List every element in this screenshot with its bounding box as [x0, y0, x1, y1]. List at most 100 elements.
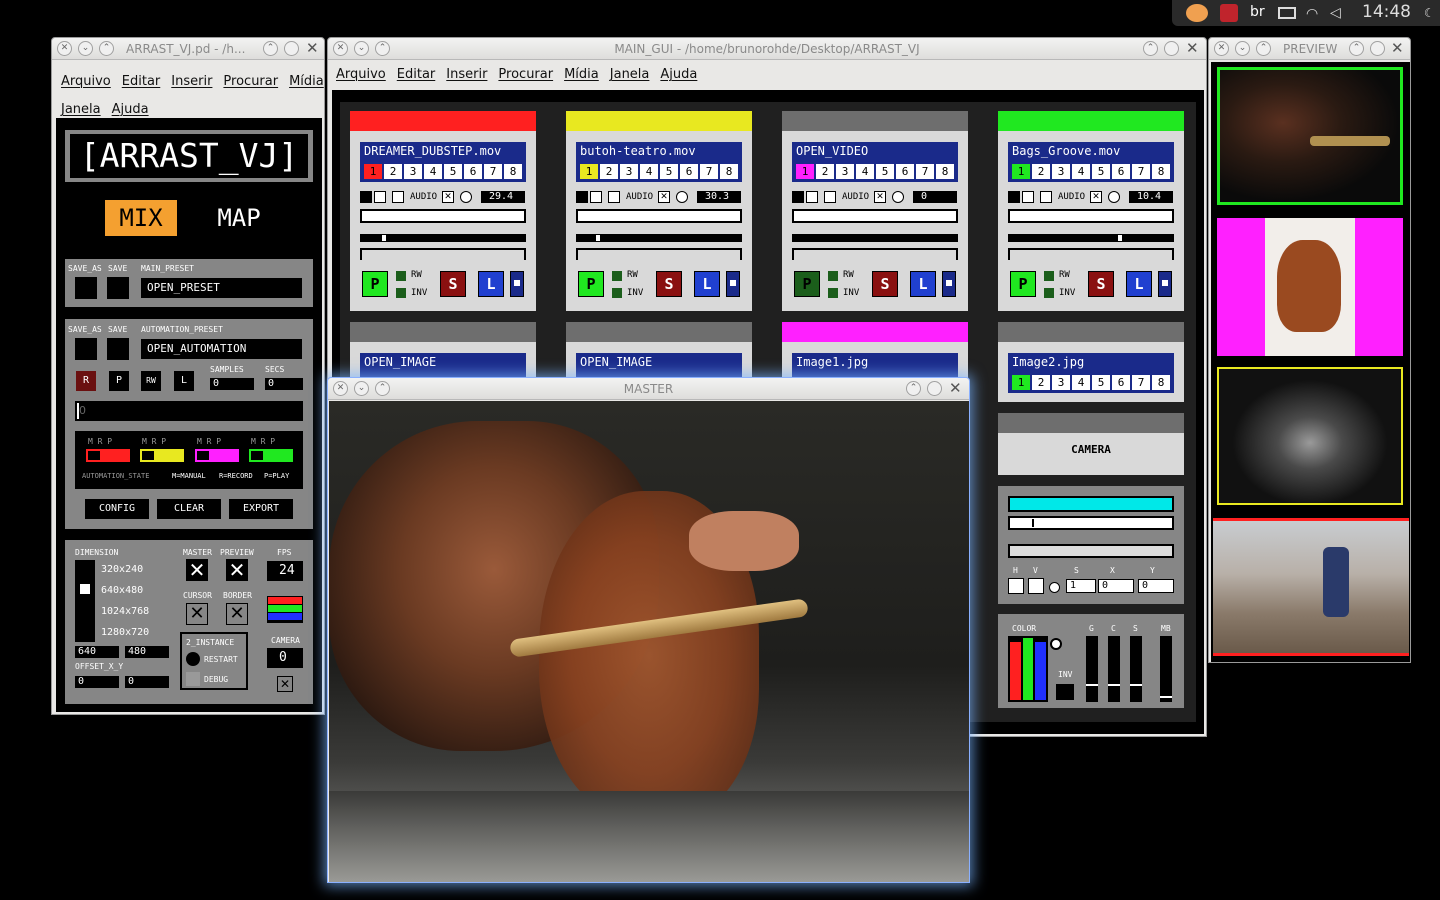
preview-toggle[interactable]: ✕	[226, 559, 248, 581]
color-bang[interactable]	[1050, 638, 1062, 650]
menu-midia[interactable]: Mídia	[564, 67, 599, 82]
stop-button[interactable]: S	[872, 271, 898, 297]
deck-4-toggle[interactable]	[1158, 271, 1172, 297]
save-bang[interactable]	[107, 277, 129, 299]
inv-toggle[interactable]	[1056, 684, 1074, 700]
loop-button[interactable]: L	[1126, 271, 1152, 297]
menu-procurar[interactable]: Procurar	[498, 67, 553, 82]
maximize-icon[interactable]: ⌃	[99, 41, 114, 56]
s-number[interactable]: 1	[1066, 579, 1096, 593]
clear-button[interactable]: CLEAR	[157, 499, 221, 519]
color-sliders[interactable]	[1008, 636, 1048, 702]
deck-1-value[interactable]: 29.4	[481, 191, 525, 203]
title-bar[interactable]: ✕ ⌄ ⌃ MASTER ⌃ ✕	[328, 378, 969, 400]
samples-number[interactable]: 0	[210, 378, 254, 390]
c-slider[interactable]	[1108, 636, 1120, 702]
state-yellow[interactable]	[140, 449, 184, 462]
deck-1-speed[interactable]	[360, 209, 526, 223]
deck-2-position[interactable]	[576, 234, 742, 242]
state-red[interactable]	[86, 449, 130, 462]
export-button[interactable]: EXPORT	[229, 499, 293, 519]
minimize-icon[interactable]: ⌄	[354, 41, 369, 56]
rewind-button[interactable]: RW	[141, 371, 161, 391]
deck-2-toggle[interactable]	[726, 271, 740, 297]
deck-1-toggle[interactable]	[510, 271, 524, 297]
rgb-bars[interactable]	[267, 596, 303, 623]
camera-toggle[interactable]: ✕	[277, 676, 293, 692]
close-icon[interactable]: ✕	[333, 41, 348, 56]
close-icon[interactable]: ✕	[57, 41, 72, 56]
wifi-icon[interactable]: ◠	[1306, 6, 1318, 22]
deck-4-crossfade[interactable]	[1008, 248, 1174, 260]
width-number[interactable]: 640	[75, 646, 119, 658]
power-icon[interactable]: ☾	[1424, 6, 1435, 20]
x-number[interactable]: 0	[1098, 579, 1134, 593]
close-x-icon[interactable]: ✕	[306, 40, 319, 56]
deck-4-clip[interactable]: Bags_Groove.mov 12345678	[1008, 142, 1174, 182]
menu-arquivo[interactable]: Arquivo	[336, 67, 386, 82]
offset-y-number[interactable]: 0	[125, 676, 169, 688]
deck-4-position[interactable]	[1008, 234, 1174, 242]
volume-icon[interactable]: ◁	[1330, 5, 1341, 21]
height-number[interactable]: 480	[125, 646, 169, 658]
menu-editar[interactable]: Editar	[122, 74, 161, 89]
close-x-icon[interactable]: ✕	[1391, 40, 1404, 56]
hue-bar[interactable]	[1008, 496, 1174, 512]
menu-arquivo[interactable]: Arquivo	[61, 74, 111, 89]
shade-icon[interactable]: ⌃	[906, 381, 921, 396]
mb-slider[interactable]	[1160, 636, 1172, 702]
loop-button[interactable]: L	[694, 271, 720, 297]
deck-4-speed[interactable]	[1008, 209, 1174, 223]
config-button[interactable]: CONFIG	[85, 499, 149, 519]
automation-preset-field[interactable]: OPEN_AUTOMATION	[141, 339, 302, 359]
play-button[interactable]: P	[1010, 271, 1036, 297]
minimize-icon[interactable]: ⌄	[78, 41, 93, 56]
shade-icon[interactable]: ⌃	[263, 41, 278, 56]
menu-ajuda[interactable]: Ajuda	[660, 67, 697, 82]
shade-icon[interactable]: ⌃	[1143, 41, 1158, 56]
y-number[interactable]: 0	[1138, 579, 1174, 593]
menu-icon[interactable]	[1164, 41, 1179, 56]
deck-3-position[interactable]	[792, 234, 958, 242]
preview-thumb-1[interactable]	[1217, 67, 1403, 205]
preview-thumb-4[interactable]	[1213, 518, 1409, 656]
maximize-icon[interactable]: ⌃	[375, 41, 390, 56]
menu-icon[interactable]	[927, 381, 942, 396]
menu-ajuda[interactable]: Ajuda	[112, 102, 149, 117]
position-slider[interactable]: 0	[75, 401, 303, 421]
menu-janela[interactable]: Janela	[610, 67, 650, 82]
cursor-toggle[interactable]: ✕	[186, 603, 208, 625]
deck-1-position[interactable]	[360, 234, 526, 242]
loop-button[interactable]: L	[478, 271, 504, 297]
deck-2-value[interactable]: 30.3	[697, 191, 741, 203]
menu-inserir[interactable]: Inserir	[171, 74, 212, 89]
deck-3-toggle[interactable]	[942, 271, 956, 297]
deck-2-crossfade[interactable]	[576, 248, 742, 260]
state-green[interactable]	[249, 449, 293, 462]
minimize-icon[interactable]: ⌄	[1235, 41, 1250, 56]
play-button[interactable]: P	[794, 271, 820, 297]
g-slider[interactable]	[1086, 636, 1098, 702]
stop-button[interactable]: S	[440, 271, 466, 297]
menu-midia[interactable]: Mídia	[289, 74, 324, 89]
close-icon[interactable]: ✕	[333, 381, 348, 396]
fps-number[interactable]: 24	[267, 561, 303, 581]
camera-button[interactable]: CAMERA	[998, 443, 1184, 456]
effect-slider-1[interactable]	[1008, 516, 1174, 530]
s-slider[interactable]	[1130, 636, 1142, 702]
title-bar[interactable]: ✕ ⌄ ⌃ MAIN_GUI - /home/brunorohde/Deskto…	[328, 38, 1206, 60]
image-deck-3-clip[interactable]: Image1.jpg	[792, 353, 958, 378]
deck-3-speed[interactable]	[792, 209, 958, 223]
app-icon[interactable]	[1220, 4, 1238, 22]
shade-icon[interactable]: ⌃	[1349, 41, 1364, 56]
menu-icon[interactable]	[1370, 41, 1385, 56]
stop-button[interactable]: S	[656, 271, 682, 297]
mix-button[interactable]: MIX	[105, 200, 177, 236]
menu-editar[interactable]: Editar	[397, 67, 436, 82]
loop-button[interactable]: L	[174, 371, 194, 391]
offset-x-number[interactable]: 0	[75, 676, 119, 688]
menu-inserir[interactable]: Inserir	[446, 67, 487, 82]
h-toggle[interactable]	[1008, 578, 1024, 594]
deck-3-value[interactable]: 0	[913, 191, 957, 203]
stop-button[interactable]: S	[1088, 271, 1114, 297]
